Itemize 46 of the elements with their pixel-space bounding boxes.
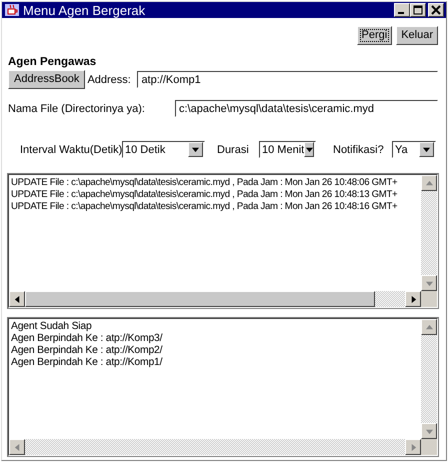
dropdown[interactable]: 10 Menit (259, 141, 316, 158)
file-name-field[interactable]: c:\apache\mysql\data\tesis\ceramic.myd (175, 100, 438, 117)
vertical-scrollbar[interactable] (421, 319, 437, 439)
scrollbar-corner (421, 439, 437, 455)
scroll-left-icon (14, 444, 20, 450)
minimize-icon (398, 12, 404, 14)
log-line: UPDATE File : c:\apache\mysql\data\tesis\ceramic.myd , Pada Jam : Mon Jan 26 10:48:16 GMT+ (11, 201, 398, 213)
address-book-button[interactable]: AddressBook (8, 70, 86, 89)
setting-label: Durasi (217, 144, 250, 156)
coffee-cup-icon (4, 2, 20, 18)
dropdown[interactable]: 10 Detik (122, 141, 205, 158)
log-line: Agen Berpindah Ke : atp://Komp2/ (11, 345, 164, 357)
file-name-label: Nama File (Directorinya ya): (8, 102, 146, 114)
horizontal-scrollbar[interactable] (9, 439, 421, 455)
close-icon (431, 5, 441, 15)
scrollbar-corner (421, 291, 437, 307)
caret-icon (192, 146, 199, 153)
address-field[interactable]: atp://Komp1 (137, 71, 438, 88)
log-line: Agent Sudah Siap (11, 321, 93, 333)
horizontal-scrollbar[interactable] (9, 291, 421, 307)
window-title: Menu Agen Bergerak (23, 2, 146, 18)
caret-icon (306, 146, 313, 153)
scroll-down-icon (426, 280, 432, 286)
setting-label: Interval Waktu(Detik) (20, 144, 122, 156)
section-title: Agen Pengawas (8, 56, 98, 68)
setting-label: Notifikasi? (333, 144, 385, 156)
maximize-button[interactable] (410, 3, 426, 17)
caret-icon (423, 146, 430, 153)
log-line: UPDATE File : c:\apache\mysql\data\tesis\ceramic.myd , Pada Jam : Mon Jan 26 10:48:06 GMT+ (11, 177, 398, 189)
scroll-right-icon (410, 296, 416, 302)
close-button[interactable] (428, 3, 444, 17)
log-line: UPDATE File : c:\apache\mysql\data\tesis\ceramic.myd , Pada Jam : Mon Jan 26 10:48:13 GMT+ (11, 189, 398, 201)
action-button[interactable]: Keluar (396, 26, 438, 45)
action-button[interactable]: Pergi (356, 26, 392, 45)
dropdown[interactable]: Ya (392, 141, 436, 158)
log-line: Agen Berpindah Ke : atp://Komp1/ (11, 357, 164, 369)
scroll-up-icon (426, 324, 432, 330)
address-label: Address: (87, 74, 132, 86)
maximize-icon (413, 5, 423, 15)
scroll-left-icon (14, 296, 20, 302)
scroll-right-icon (410, 444, 416, 450)
log-line: Agen Berpindah Ke : atp://Komp3/ (11, 333, 164, 345)
minimize-button[interactable] (394, 3, 410, 17)
vertical-scrollbar[interactable] (421, 175, 437, 291)
scroll-up-icon (426, 180, 432, 186)
scroll-down-icon (426, 428, 432, 434)
